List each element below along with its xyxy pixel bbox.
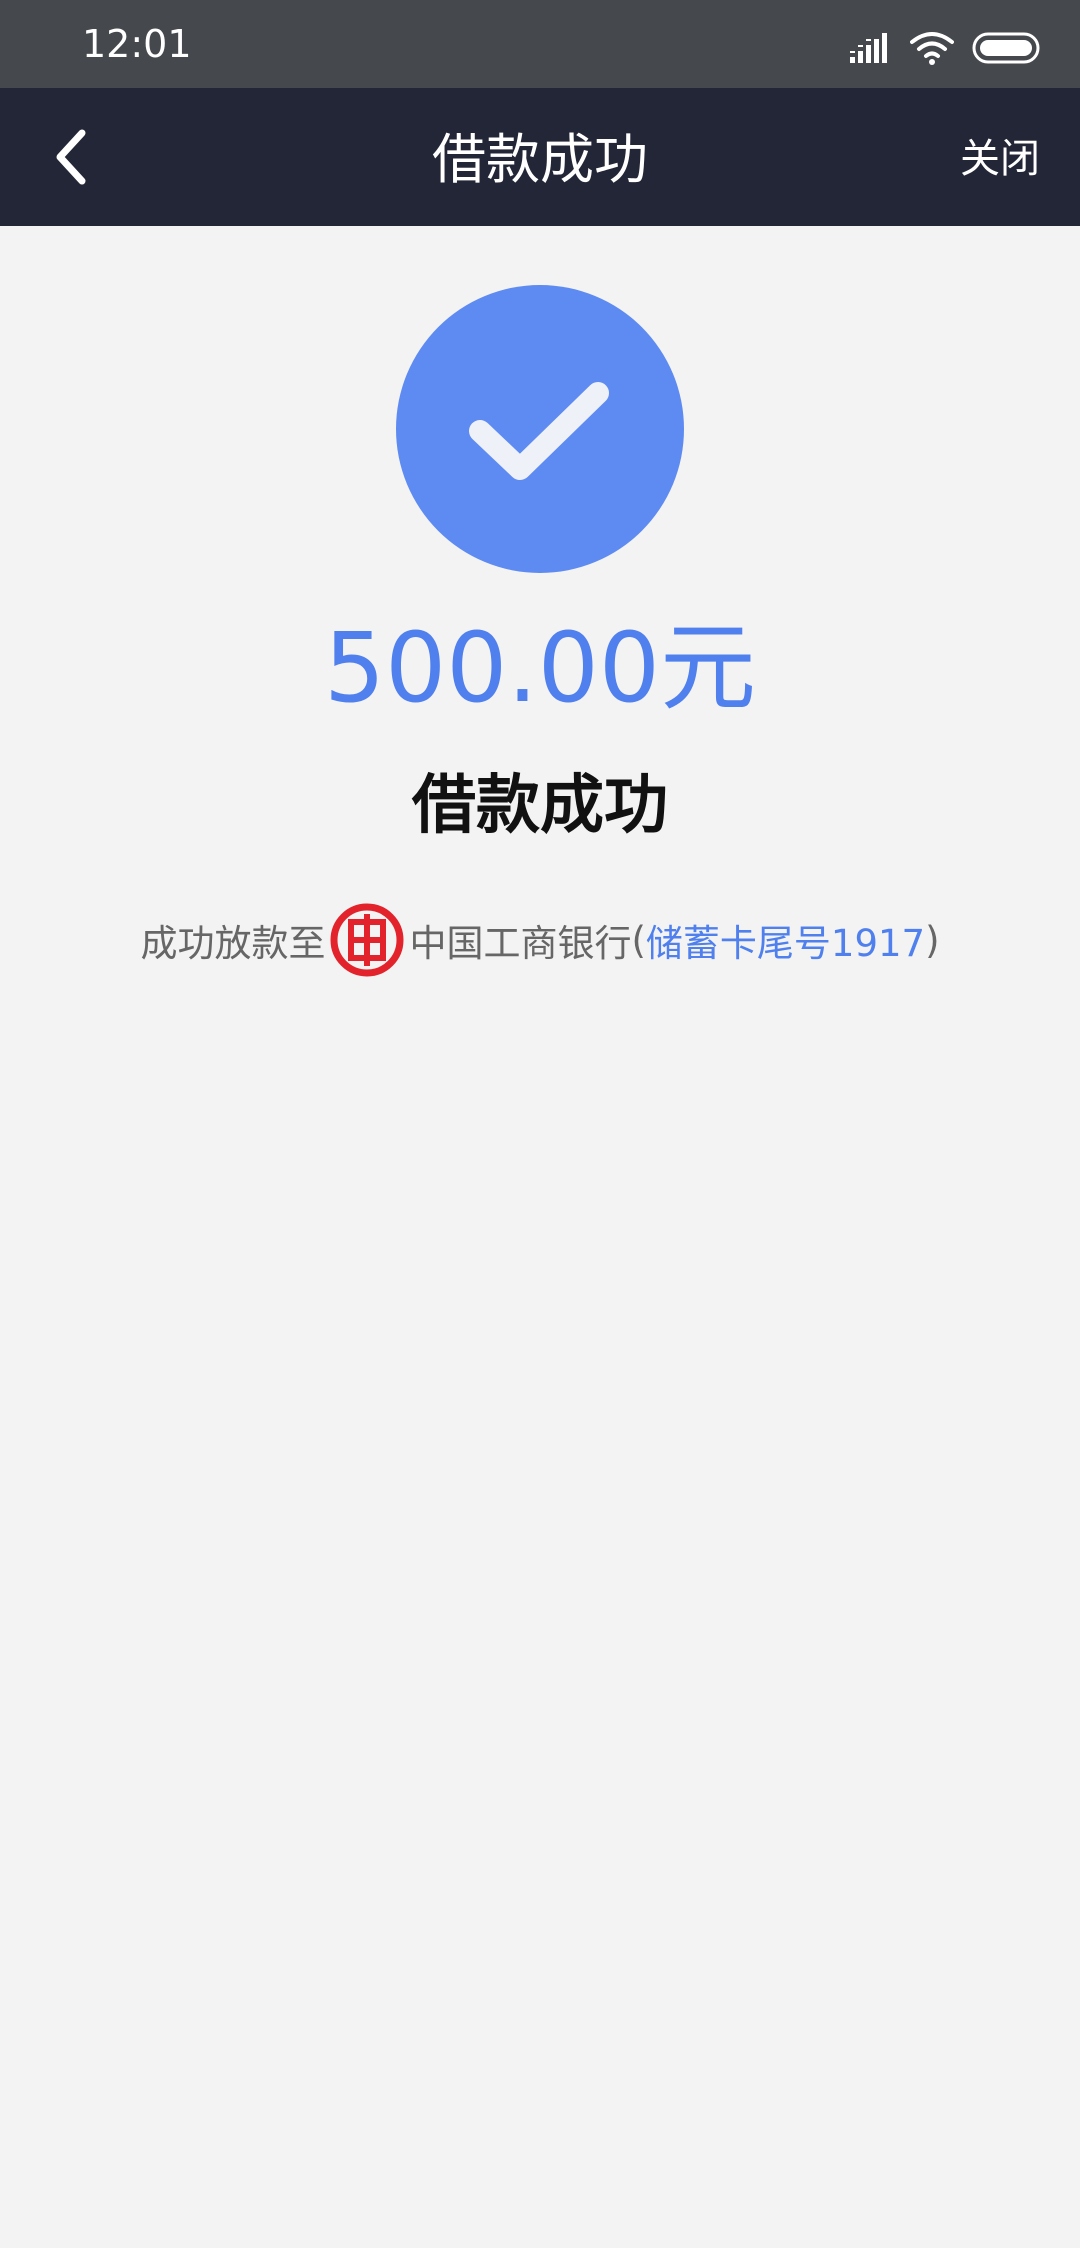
page-title: 借款成功 [432,128,648,191]
bank-name: 中国工商银行 [409,922,632,965]
status-time: 12:01 [82,22,192,66]
loan-amount: 500.00元 [324,612,756,724]
loan-status-title: 借款成功 [412,769,668,843]
status-bar: 12:01 [0,0,1080,88]
success-indicator [396,285,684,573]
signal-icon [850,33,887,63]
wifi-icon [910,32,954,65]
paren-close: ) [925,918,940,962]
status-icons [848,26,1042,70]
close-button[interactable]: 关闭 [960,134,1040,184]
disbursement-info: 成功放款至 中国工商银行 ( 储蓄卡尾号1917 ) [0,902,1080,978]
checkmark-icon [469,382,609,480]
disbursement-prefix: 成功放款至 [140,922,326,965]
card-tail-info: 储蓄卡尾号1917 [645,922,926,965]
icbc-logo-icon [330,903,404,977]
paren-open: ( [631,918,646,962]
nav-bar: 借款成功 关闭 [0,88,1080,226]
battery-icon [972,32,1040,64]
